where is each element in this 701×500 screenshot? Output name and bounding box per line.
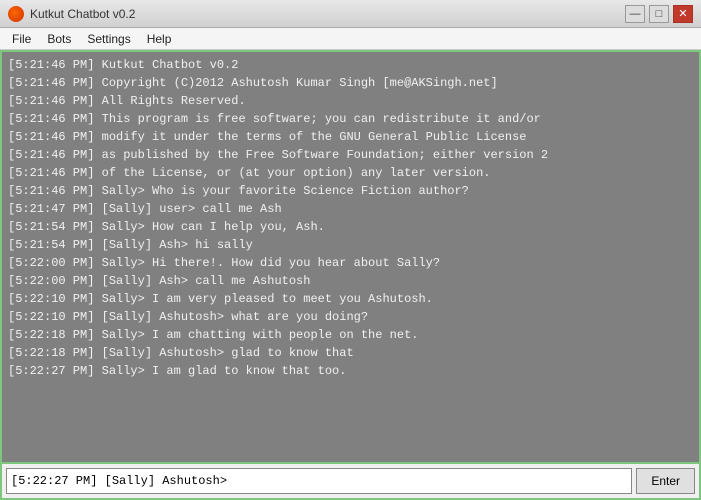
chat-line: [5:22:18 PM] Sally> I am chatting with p… [8, 326, 693, 344]
maximize-button[interactable]: □ [649, 5, 669, 23]
menu-bar: File Bots Settings Help [0, 28, 701, 50]
chat-input[interactable] [6, 468, 632, 494]
title-bar: Kutkut Chatbot v0.2 — □ ✕ [0, 0, 701, 28]
chat-line: [5:21:46 PM] Sally> Who is your favorite… [8, 182, 693, 200]
chat-line: [5:21:46 PM] This program is free softwa… [8, 110, 693, 128]
chat-line: [5:21:46 PM] modify it under the terms o… [8, 128, 693, 146]
chat-line: [5:21:46 PM] as published by the Free So… [8, 146, 693, 164]
title-bar-left: Kutkut Chatbot v0.2 [8, 6, 135, 22]
chat-line: [5:22:10 PM] Sally> I am very pleased to… [8, 290, 693, 308]
window-title: Kutkut Chatbot v0.2 [30, 7, 135, 21]
menu-settings[interactable]: Settings [79, 30, 138, 48]
chat-line: [5:21:47 PM] [Sally] user> call me Ash [8, 200, 693, 218]
chat-line: [5:21:46 PM] Copyright (C)2012 Ashutosh … [8, 74, 693, 92]
menu-help[interactable]: Help [139, 30, 180, 48]
main-window: [5:21:46 PM] Kutkut Chatbot v0.2[5:21:46… [0, 50, 701, 500]
input-bar: Enter [2, 462, 699, 498]
chat-line: [5:22:00 PM] Sally> Hi there!. How did y… [8, 254, 693, 272]
close-button[interactable]: ✕ [673, 5, 693, 23]
chat-line: [5:21:46 PM] Kutkut Chatbot v0.2 [8, 56, 693, 74]
app-icon [8, 6, 24, 22]
menu-bots[interactable]: Bots [39, 30, 79, 48]
title-bar-controls: — □ ✕ [625, 5, 693, 23]
chat-line: [5:22:00 PM] [Sally] Ash> call me Ashuto… [8, 272, 693, 290]
chat-line: [5:21:54 PM] Sally> How can I help you, … [8, 218, 693, 236]
menu-file[interactable]: File [4, 30, 39, 48]
chat-line: [5:22:27 PM] Sally> I am glad to know th… [8, 362, 693, 380]
minimize-button[interactable]: — [625, 5, 645, 23]
chat-line: [5:21:46 PM] All Rights Reserved. [8, 92, 693, 110]
enter-button[interactable]: Enter [636, 468, 695, 494]
chat-line: [5:21:46 PM] of the License, or (at your… [8, 164, 693, 182]
chat-line: [5:21:54 PM] [Sally] Ash> hi sally [8, 236, 693, 254]
chat-area[interactable]: [5:21:46 PM] Kutkut Chatbot v0.2[5:21:46… [2, 52, 699, 462]
chat-line: [5:22:18 PM] [Sally] Ashutosh> glad to k… [8, 344, 693, 362]
chat-line: [5:22:10 PM] [Sally] Ashutosh> what are … [8, 308, 693, 326]
